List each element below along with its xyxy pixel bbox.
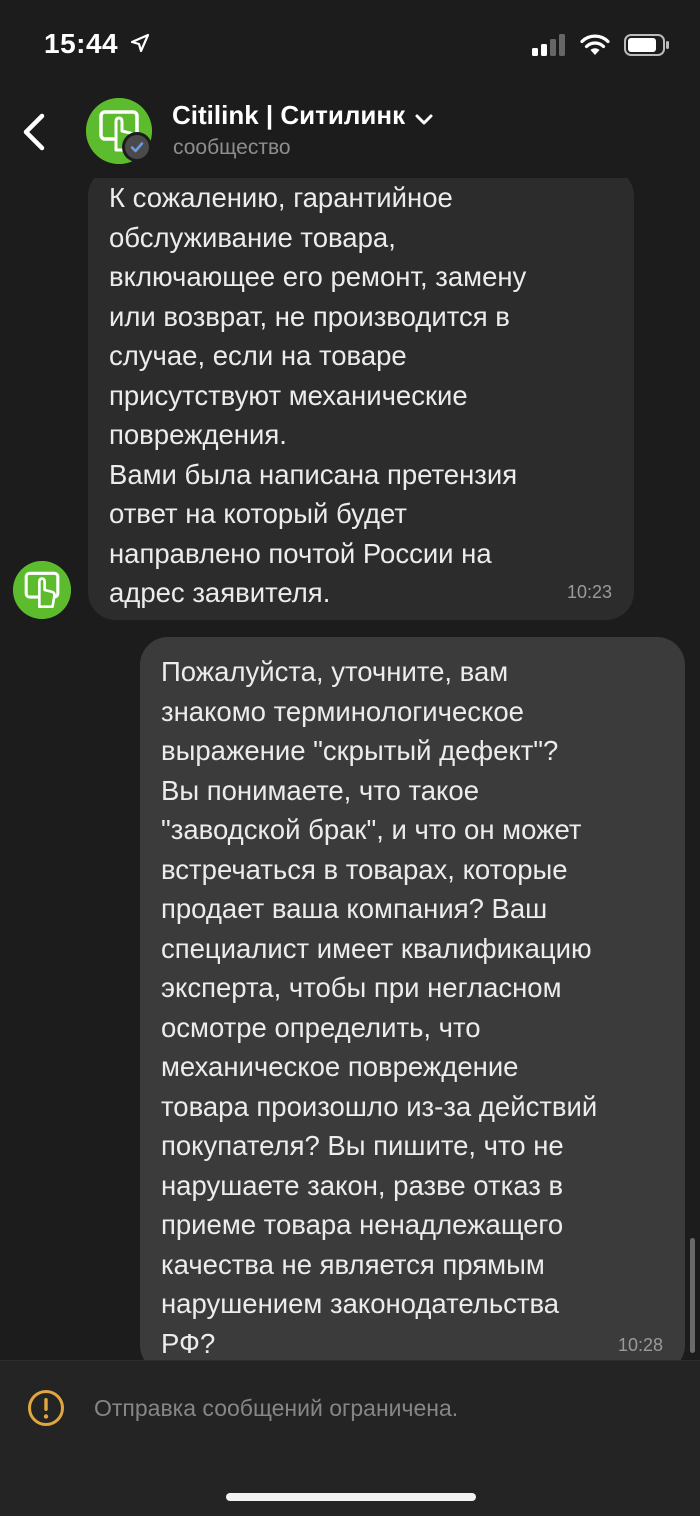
citilink-logo-icon	[13, 561, 71, 619]
cellular-icon	[532, 34, 566, 61]
verified-check-icon	[130, 142, 144, 153]
message-time: 10:23	[566, 581, 612, 602]
chat-header: Citilink | Ситилинк сообщество	[0, 90, 700, 178]
back-button[interactable]	[14, 108, 54, 156]
message-text: Пожалуйста, уточните, вам знакомо термин…	[161, 656, 598, 1359]
battery-icon	[624, 34, 670, 61]
location-arrow-icon	[130, 33, 150, 58]
chat-title-text: Citilink | Ситилинк	[172, 100, 406, 130]
wifi-icon	[580, 34, 610, 61]
status-time: 15:44	[44, 28, 150, 60]
status-time-text: 15:44	[44, 28, 119, 59]
back-chevron-icon	[23, 113, 45, 151]
composer-bar: Отправка сообщений ограничена.	[0, 1360, 700, 1516]
chat-title[interactable]: Citilink | Ситилинк	[172, 100, 433, 133]
messaging-restricted-notice: Отправка сообщений ограничена.	[94, 1395, 459, 1421]
scrollbar[interactable]	[690, 1238, 695, 1353]
status-bar: 15:44	[0, 0, 700, 90]
message-incoming[interactable]: К сожалению, гарантийное обслуживание то…	[88, 178, 634, 620]
warning-circle-icon	[27, 1389, 65, 1427]
sender-avatar[interactable]	[13, 561, 71, 619]
home-indicator[interactable]	[226, 1493, 476, 1501]
message-text: К сожалению, гарантийное обслуживание то…	[109, 182, 527, 608]
verified-badge	[122, 132, 152, 162]
chat-subtitle: сообщество	[173, 136, 291, 159]
message-outgoing[interactable]: Пожалуйста, уточните, вам знакомо термин…	[140, 637, 685, 1360]
message-time: 10:28	[617, 1334, 663, 1355]
chevron-down-icon	[415, 102, 433, 133]
message-list[interactable]: К сожалению, гарантийное обслуживание то…	[0, 178, 700, 1360]
